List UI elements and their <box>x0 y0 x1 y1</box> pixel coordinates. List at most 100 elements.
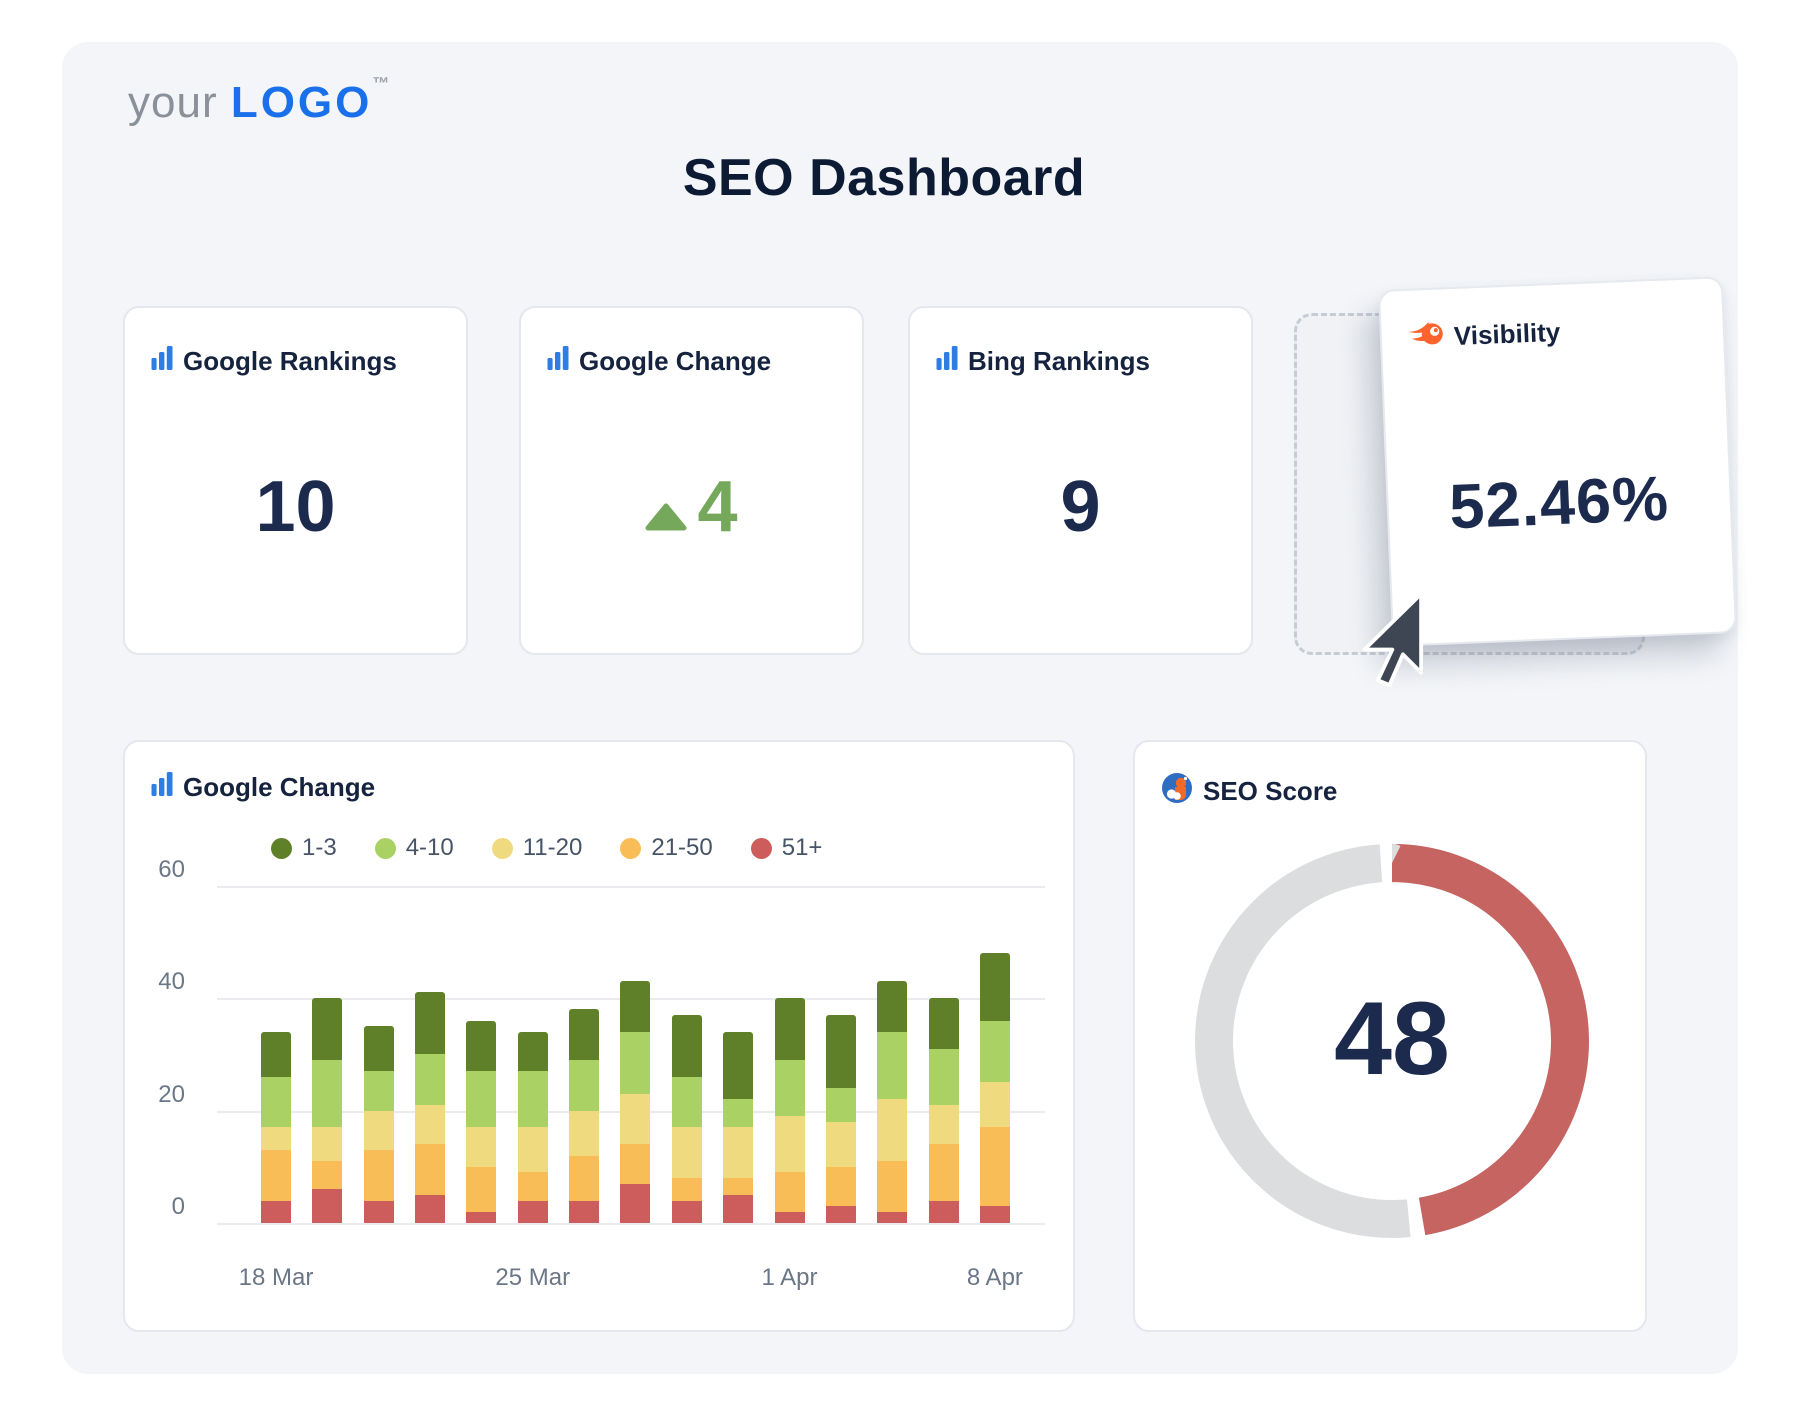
stacked-bar[interactable] <box>775 998 805 1223</box>
bar-segment-1-3 <box>775 998 805 1060</box>
bar-segment-11-20 <box>877 1099 907 1161</box>
seo-score-label: SEO Score <box>1203 776 1337 807</box>
gridline <box>217 886 1045 888</box>
stacked-bar-plot: 020406018 Mar25 Mar1 Apr8 Apr <box>125 742 1073 1330</box>
seo-score-card: SEO Score 48 <box>1133 740 1647 1332</box>
bar-segment-4-10 <box>620 1032 650 1094</box>
y-axis-tick: 60 <box>125 856 185 884</box>
stacked-bar[interactable] <box>312 998 342 1223</box>
stat-label: Bing Rankings <box>968 346 1150 377</box>
bar-segment-11-20 <box>518 1127 548 1172</box>
stacked-bar[interactable] <box>415 992 445 1223</box>
bar-segment-51+ <box>723 1195 753 1223</box>
stacked-bar[interactable] <box>929 998 959 1223</box>
bar-segment-21-50 <box>877 1161 907 1212</box>
bar-segment-1-3 <box>518 1032 548 1071</box>
stacked-bar[interactable] <box>672 1015 702 1223</box>
seo-score-title: SEO Score <box>1161 772 1337 811</box>
bar-segment-51+ <box>364 1201 394 1224</box>
bing-rankings-value: 9 <box>910 466 1251 548</box>
bing-rankings-card: Bing Rankings 9 <box>908 306 1253 655</box>
bar-segment-21-50 <box>466 1167 496 1212</box>
bar-segment-4-10 <box>466 1071 496 1127</box>
bar-segment-4-10 <box>723 1099 753 1127</box>
stacked-bar[interactable] <box>826 1015 856 1223</box>
stacked-bar[interactable] <box>620 981 650 1223</box>
stacked-bar[interactable] <box>980 953 1010 1223</box>
x-axis-tick: 1 Apr <box>761 1264 817 1292</box>
bar-segment-21-50 <box>723 1178 753 1195</box>
bar-segment-11-20 <box>364 1111 394 1150</box>
logo-text-your: your <box>128 78 231 127</box>
y-axis-tick: 0 <box>125 1193 185 1221</box>
bar-segment-21-50 <box>775 1172 805 1211</box>
logo-text-logo: LOGO <box>231 78 373 127</box>
bar-segment-21-50 <box>415 1144 445 1195</box>
bar-segment-21-50 <box>929 1144 959 1200</box>
bar-segment-11-20 <box>261 1127 291 1150</box>
visibility-value: 52.46% <box>1387 460 1731 546</box>
bar-segment-4-10 <box>261 1077 291 1128</box>
stacked-bar[interactable] <box>569 1009 599 1223</box>
stacked-bar[interactable] <box>364 1026 394 1223</box>
bar-segment-1-3 <box>620 981 650 1032</box>
bar-segment-11-20 <box>929 1105 959 1144</box>
bar-segment-1-3 <box>980 953 1010 1021</box>
stacked-bar[interactable] <box>518 1032 548 1223</box>
google-change-card: Google Change 4 <box>519 306 864 655</box>
gridline <box>217 1223 1045 1225</box>
bar-segment-11-20 <box>672 1127 702 1178</box>
bar-segment-51+ <box>518 1201 548 1224</box>
bar-segment-51+ <box>466 1212 496 1223</box>
bing-rankings-title: Bing Rankings <box>936 346 1150 377</box>
bar-segment-51+ <box>826 1206 856 1223</box>
bar-segment-4-10 <box>980 1021 1010 1083</box>
bar-segment-51+ <box>415 1195 445 1223</box>
bar-segment-21-50 <box>518 1172 548 1200</box>
google-change-value: 4 <box>521 466 862 548</box>
bar-segment-4-10 <box>518 1071 548 1127</box>
stacked-bar[interactable] <box>261 1032 291 1223</box>
bar-segment-21-50 <box>364 1150 394 1201</box>
google-rankings-card: Google Rankings 10 <box>123 306 468 655</box>
bar-segment-11-20 <box>466 1127 496 1166</box>
bar-chart-icon <box>151 346 173 377</box>
bar-segment-11-20 <box>826 1122 856 1167</box>
bar-segment-11-20 <box>723 1127 753 1178</box>
up-arrow-icon <box>645 466 687 548</box>
bar-segment-51+ <box>569 1201 599 1224</box>
bar-segment-11-20 <box>312 1127 342 1161</box>
stacked-bar[interactable] <box>466 1021 496 1224</box>
x-axis-tick: 25 Mar <box>495 1264 570 1292</box>
trademark-symbol: ™ <box>372 74 389 93</box>
google-change-title: Google Change <box>547 346 771 377</box>
bar-segment-51+ <box>620 1184 650 1223</box>
x-axis-tick: 8 Apr <box>967 1264 1023 1292</box>
bar-segment-1-3 <box>415 992 445 1054</box>
bar-segment-1-3 <box>261 1032 291 1077</box>
y-axis-tick: 40 <box>125 968 185 996</box>
bar-chart-icon <box>936 346 958 377</box>
bar-segment-4-10 <box>929 1049 959 1105</box>
bar-segment-51+ <box>672 1201 702 1224</box>
bar-segment-4-10 <box>312 1060 342 1128</box>
google-rankings-value: 10 <box>125 466 466 548</box>
bar-segment-11-20 <box>775 1116 805 1172</box>
visibility-label: Visibility <box>1453 317 1561 352</box>
google-change-chart-card: Google Change 1-34-1011-2021-5051+ 02040… <box>123 740 1075 1332</box>
bar-segment-21-50 <box>261 1150 291 1201</box>
page-title: SEO Dashboard <box>123 148 1645 208</box>
stacked-bar[interactable] <box>723 1032 753 1223</box>
visibility-card[interactable]: Visibility 52.46% <box>1378 276 1737 647</box>
bar-segment-11-20 <box>980 1082 1010 1127</box>
semrush-icon <box>1407 319 1444 355</box>
stacked-bar[interactable] <box>877 981 907 1223</box>
bar-segment-21-50 <box>980 1127 1010 1206</box>
dashboard-container: your LOGO™ SEO Dashboard Google Rankings… <box>62 42 1738 1374</box>
bar-segment-1-3 <box>569 1009 599 1060</box>
bar-segment-51+ <box>775 1212 805 1223</box>
bar-segment-21-50 <box>826 1167 856 1206</box>
seo-score-value: 48 <box>1189 980 1595 1099</box>
bar-segment-21-50 <box>569 1156 599 1201</box>
bar-segment-4-10 <box>569 1060 599 1111</box>
